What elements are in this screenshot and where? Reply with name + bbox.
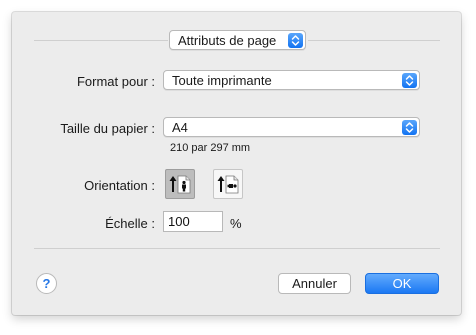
paper-dimensions: 210 par 297 mm [170, 142, 251, 154]
paper-size-label: Taille du papier : [60, 121, 155, 136]
format-popup-value: Toute imprimante [172, 73, 272, 88]
updown-chevron-icon [402, 73, 417, 88]
question-icon: ? [42, 276, 51, 291]
ok-button[interactable]: OK [365, 273, 439, 294]
updown-chevron-icon [288, 33, 303, 48]
format-popup[interactable]: Toute imprimante [163, 70, 420, 90]
scale-label: Échelle : [105, 216, 155, 231]
page-setup-dialog: Attributs de page Format pour : Toute im… [12, 12, 461, 315]
top-separator-left [34, 40, 168, 41]
scale-field[interactable] [163, 211, 223, 232]
cancel-button[interactable]: Annuler [278, 273, 351, 294]
scale-unit: % [230, 216, 242, 231]
format-label: Format pour : [76, 74, 155, 89]
updown-chevron-icon [402, 120, 417, 135]
help-button[interactable]: ? [36, 273, 57, 294]
bottom-separator [34, 248, 440, 249]
orientation-label: Orientation : [84, 178, 155, 193]
landscape-orientation-button[interactable] [213, 169, 243, 199]
section-popup-value: Attributs de page [178, 33, 277, 48]
top-separator-right [308, 40, 440, 41]
portrait-orientation-icon [169, 175, 191, 194]
section-popup[interactable]: Attributs de page [169, 30, 306, 50]
paper-size-popup-value: A4 [172, 120, 188, 135]
paper-size-popup[interactable]: A4 [163, 117, 420, 137]
portrait-orientation-button[interactable] [165, 169, 195, 199]
landscape-orientation-icon [217, 175, 239, 194]
